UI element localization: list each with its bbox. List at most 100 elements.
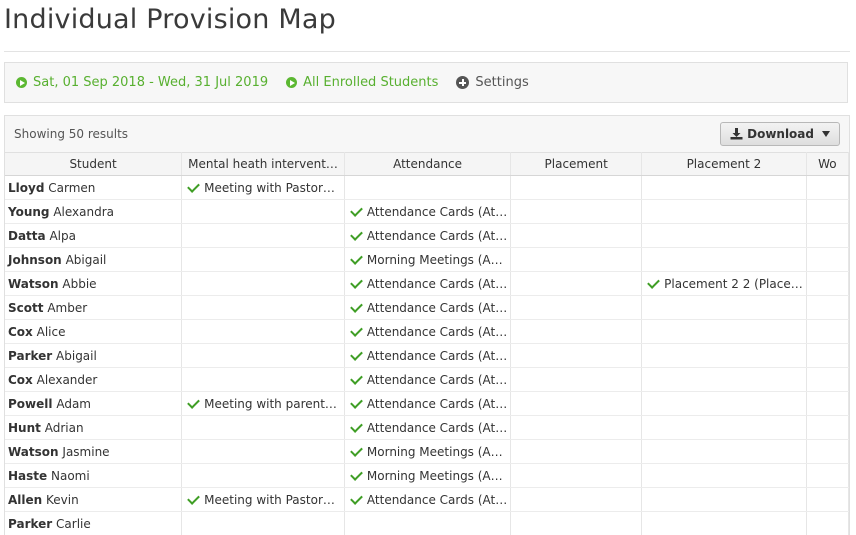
page-title: Individual Provision Map [4, 4, 336, 35]
table-body: Lloyd Carmen Meeting with Pastor… Young Al… [5, 175, 849, 535]
attendance-cell[interactable]: Attendance Cards (At… [344, 415, 512, 440]
column-header-wo[interactable]: Wo [806, 152, 849, 176]
table-row: Cox Alexander Attendance Cards (At… [5, 367, 849, 392]
student-first-name: Alice [36, 324, 66, 339]
student-cell[interactable]: Cox Alexander [5, 367, 183, 392]
student-cell[interactable]: Parker Carlie [5, 511, 183, 535]
placement-2-cell [641, 439, 807, 464]
download-button[interactable]: Download [720, 122, 840, 146]
student-cell[interactable]: Cox Alice [5, 319, 183, 344]
placement-2-cell [641, 247, 807, 272]
table-row: Powell Adam Meeting with parent… Attendanc… [5, 391, 849, 416]
student-cell[interactable]: Datta Alpa [5, 223, 183, 248]
mental-health-cell [181, 511, 345, 535]
attendance-cell[interactable]: Attendance Cards (At… [344, 223, 512, 248]
student-first-name: Alexander [36, 372, 98, 387]
placement-2-cell [641, 319, 807, 344]
student-cell[interactable]: Haste Naomi [5, 463, 183, 488]
check-icon [350, 372, 363, 385]
student-first-name: Adam [56, 396, 91, 411]
students-filter[interactable]: All Enrolled Students [286, 75, 438, 90]
student-surname: Datta [8, 228, 46, 243]
attendance-cell[interactable]: Attendance Cards (At… [344, 487, 512, 512]
check-icon [350, 468, 363, 481]
student-first-name: Kevin [46, 492, 79, 507]
table-row: Watson Abbie Attendance Cards (At… Placeme… [5, 271, 849, 296]
attendance-cell[interactable]: Attendance Cards (At… [344, 367, 512, 392]
settings-label: Settings [475, 75, 529, 90]
results-header: Showing 50 results Download [5, 116, 849, 152]
placement-cell [510, 343, 643, 368]
play-circle-icon [16, 77, 27, 88]
provision-entry: Attendance Cards (At… [366, 420, 508, 435]
student-cell[interactable]: Watson Jasmine [5, 439, 183, 464]
table-row: Parker Carlie [5, 511, 849, 535]
mental-health-cell [181, 199, 345, 224]
mental-health-cell[interactable]: Meeting with Pastor… [181, 487, 345, 512]
student-first-name: Naomi [51, 468, 90, 483]
check-icon [350, 444, 363, 457]
attendance-cell[interactable]: Attendance Cards (At… [344, 271, 512, 296]
attendance-cell[interactable]: Attendance Cards (At… [344, 319, 512, 344]
placement-cell [510, 175, 643, 200]
table-row: Lloyd Carmen Meeting with Pastor… [5, 175, 849, 200]
check-icon [350, 276, 363, 289]
placement-cell [510, 511, 643, 535]
table-row: Datta Alpa Attendance Cards (At… [5, 223, 849, 248]
student-cell[interactable]: Parker Abigail [5, 343, 183, 368]
attendance-cell[interactable]: Morning Meetings (A… [344, 247, 512, 272]
play-circle-icon [286, 77, 298, 88]
student-cell[interactable]: Lloyd Carmen [5, 175, 183, 200]
mental-health-cell [181, 463, 345, 488]
attendance-cell[interactable]: Morning Meetings (A… [344, 463, 512, 488]
provision-entry: Attendance Cards (At… [366, 372, 508, 387]
student-surname: Watson [8, 444, 59, 459]
column-header-placement-2[interactable]: Placement 2 [641, 152, 807, 176]
student-cell[interactable]: Allen Kevin [5, 487, 183, 512]
wo-cell [806, 367, 849, 392]
results-count: Showing 50 results [14, 127, 129, 141]
date-range-label: Sat, 01 Sep 2018 - Wed, 31 Jul 2019 [33, 75, 269, 90]
student-surname: Hunt [8, 420, 41, 435]
attendance-cell[interactable]: Attendance Cards (At… [344, 295, 512, 320]
mental-health-cell [181, 343, 345, 368]
wo-cell [806, 511, 849, 535]
provision-table: Student Mental heath intervent… Attendan… [5, 152, 849, 535]
table-row: Allen Kevin Meeting with Pastor… Attendanc… [5, 487, 849, 512]
table-row: Johnson Abigail Morning Meetings (A… [5, 247, 849, 272]
provision-entry: Attendance Cards (At… [366, 204, 508, 219]
placement-cell [510, 367, 643, 392]
attendance-cell[interactable]: Morning Meetings (A… [344, 439, 512, 464]
date-range-filter[interactable]: Sat, 01 Sep 2018 - Wed, 31 Jul 2019 [16, 75, 268, 90]
column-header-mental-health[interactable]: Mental heath intervent… [181, 152, 345, 176]
student-cell[interactable]: Young Alexandra [5, 199, 183, 224]
student-cell[interactable]: Johnson Abigail [5, 247, 183, 272]
student-cell[interactable]: Powell Adam [5, 391, 183, 416]
wo-cell [806, 199, 849, 224]
mental-health-cell[interactable]: Meeting with parent… [181, 391, 345, 416]
column-header-student[interactable]: Student [5, 152, 183, 176]
mental-health-cell[interactable]: Meeting with Pastor… [181, 175, 345, 200]
attendance-cell[interactable]: Attendance Cards (At… [344, 199, 512, 224]
placement-cell [510, 391, 643, 416]
attendance-cell[interactable]: Attendance Cards (At… [344, 391, 512, 416]
student-surname: Allen [8, 492, 43, 507]
column-header-attendance[interactable]: Attendance [344, 152, 512, 176]
wo-cell [806, 295, 849, 320]
table-row: Watson Jasmine Morning Meetings (A… [5, 439, 849, 464]
student-cell[interactable]: Hunt Adrian [5, 415, 183, 440]
settings-button[interactable]: Settings [456, 75, 529, 90]
student-cell[interactable]: Watson Abbie [5, 271, 183, 296]
student-cell[interactable]: Scott Amber [5, 295, 183, 320]
mental-health-cell [181, 415, 345, 440]
check-icon [350, 324, 363, 337]
attendance-cell [344, 511, 512, 535]
placement-2-cell [641, 199, 807, 224]
placement-2-cell[interactable]: Placement 2 2 (Place… [641, 271, 807, 296]
mental-health-cell [181, 367, 345, 392]
check-icon [350, 252, 363, 265]
attendance-cell[interactable]: Attendance Cards (At… [344, 343, 512, 368]
student-first-name: Carlie [56, 516, 91, 531]
placement-cell [510, 223, 643, 248]
column-header-placement[interactable]: Placement [510, 152, 643, 176]
